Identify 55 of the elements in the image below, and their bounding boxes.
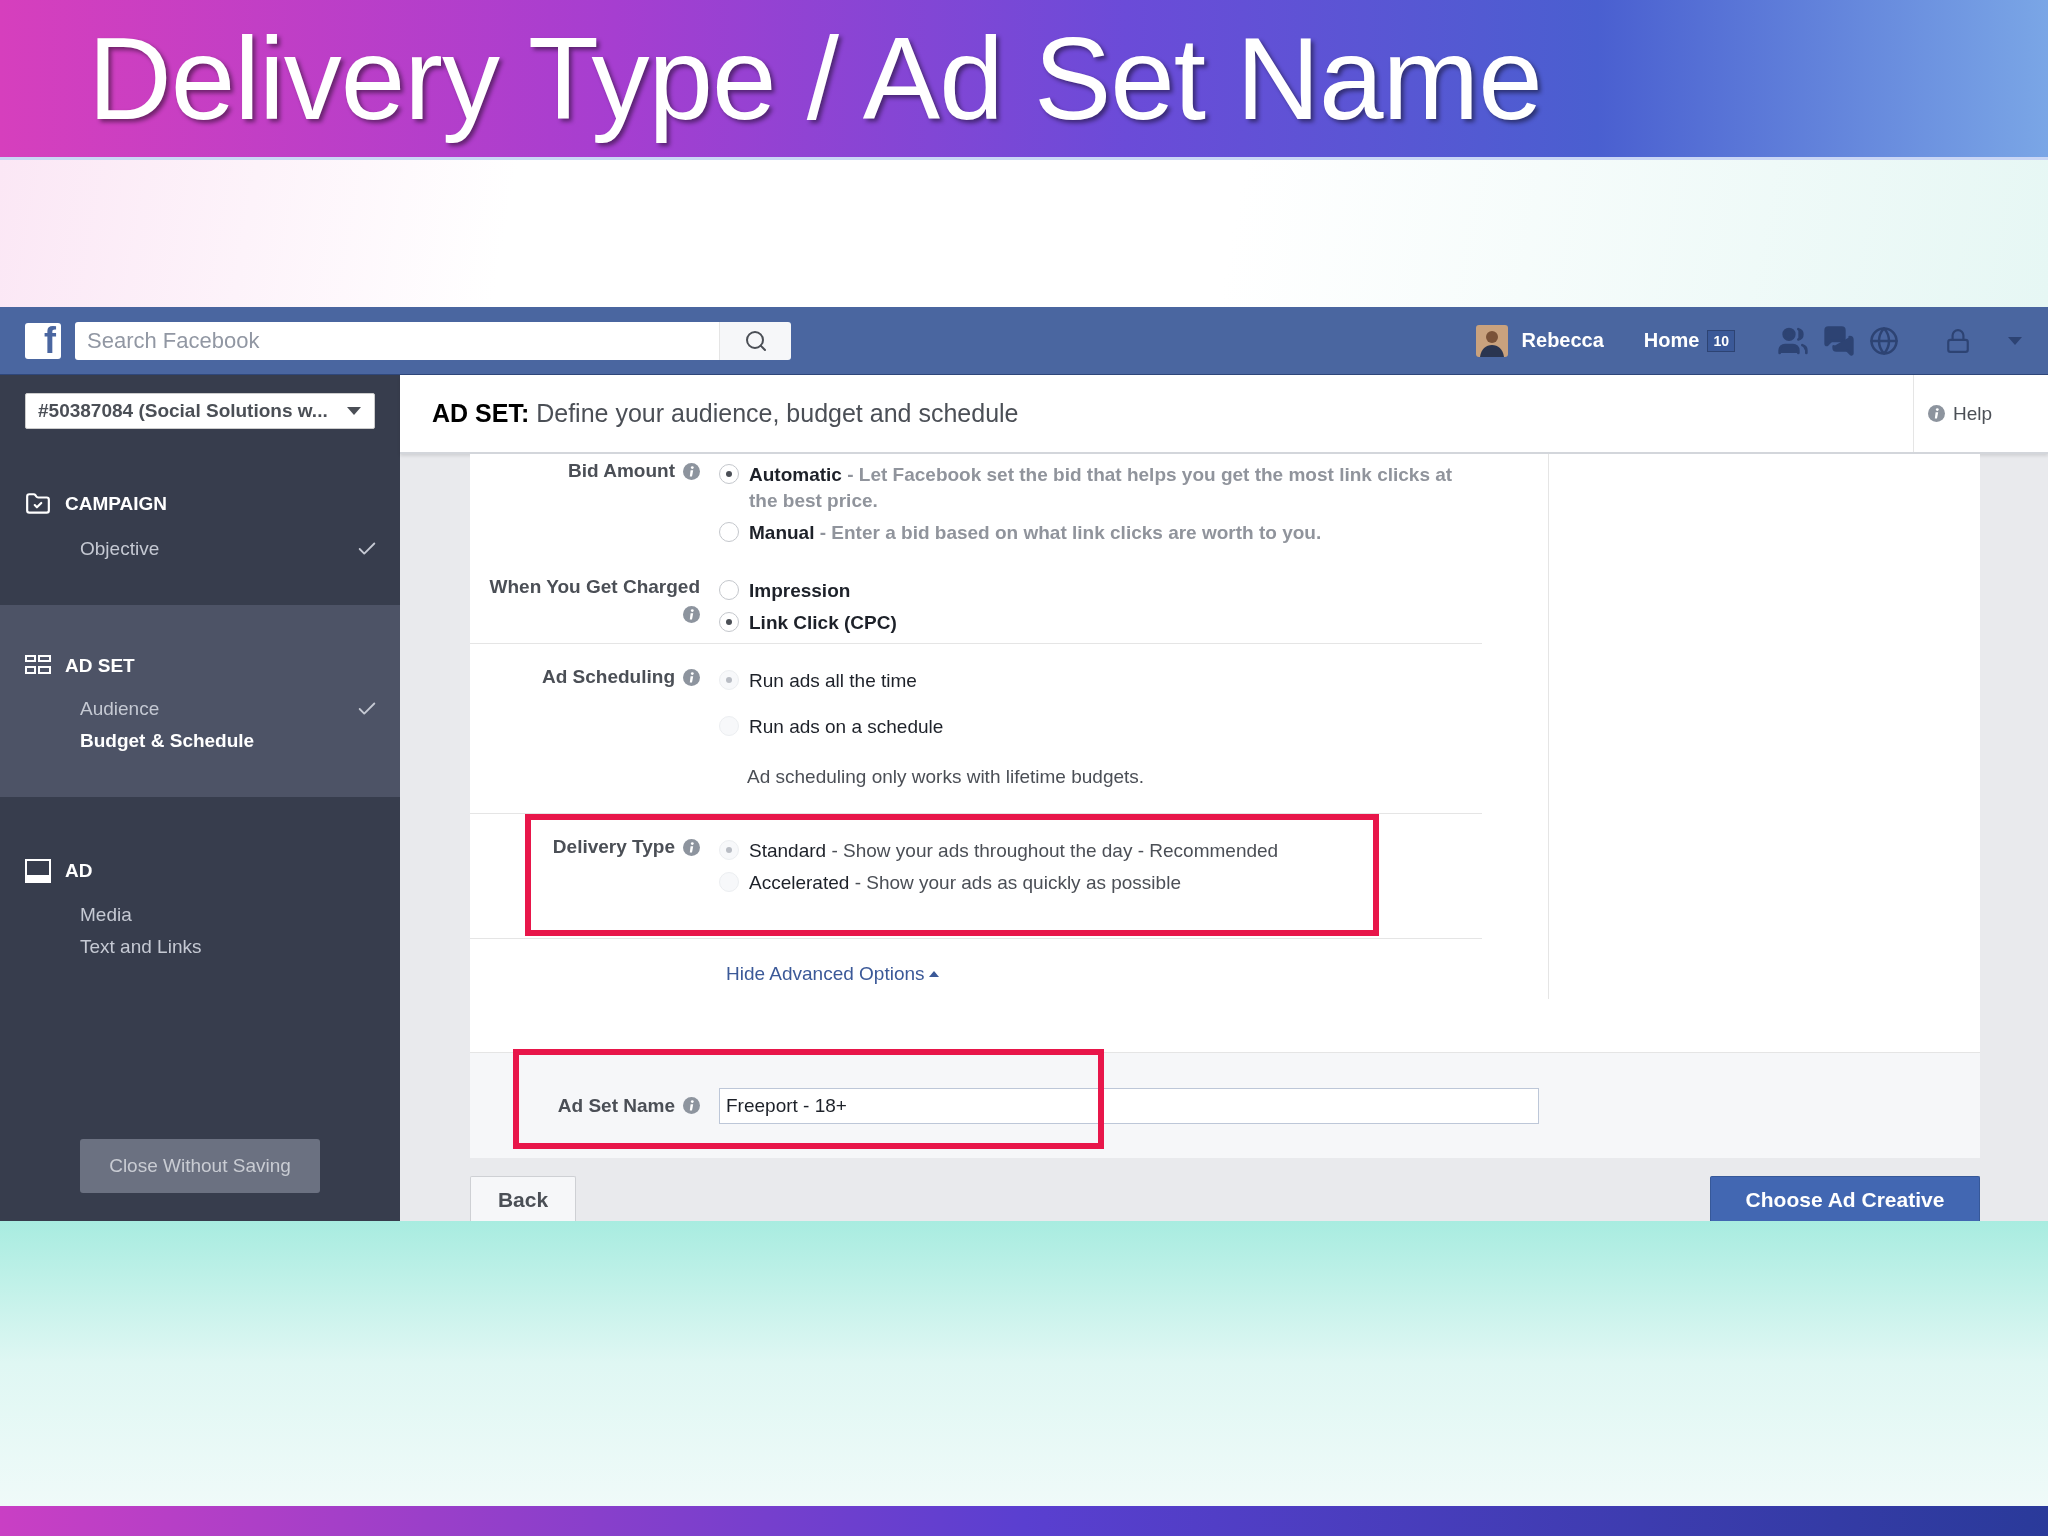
notification-count: 10 (1707, 329, 1735, 352)
page-title: AD SET: Define your audience, budget and schedule (432, 399, 1019, 428)
profile-link[interactable]: Rebecca (1521, 329, 1604, 352)
home-link[interactable]: Home (1643, 329, 1700, 352)
option-label: Automatic - Let Facebook set the bid that helps you get the most link clicks at the best price. (749, 463, 1454, 513)
slide-title: Delivery Type / Ad Set Name (88, 12, 1542, 146)
sidebar-item[interactable]: Audience (80, 697, 378, 721)
option-label: Standard - Show your ads throughout the day - Recommended (749, 839, 1279, 863)
section-title: AD SET (65, 655, 135, 677)
info-icon[interactable] (683, 838, 700, 856)
logo[interactable]: f (25, 322, 61, 359)
field-label: Delivery Type (552, 836, 675, 858)
help-text: Ad scheduling only works with lifetime budgets. (747, 766, 1145, 788)
sidebar-item[interactable]: Objective (80, 537, 378, 561)
option-label: Link Click (CPC) (749, 611, 897, 635)
info-icon[interactable] (683, 462, 700, 480)
screen-icon (25, 859, 51, 883)
radio-button[interactable] (719, 464, 739, 484)
help-link[interactable]: Help (1912, 375, 2048, 452)
option-label: Manual - Enter a bid based on what link clicks are worth to you. (749, 521, 1322, 545)
sidebar-item[interactable]: Media (80, 903, 378, 927)
info-icon[interactable] (1927, 405, 1945, 422)
section-title: CAMPAIGN (65, 493, 168, 515)
choose-ad-creative-button[interactable]: Choose Ad Creative (1710, 1176, 1980, 1221)
folder-check-icon (25, 491, 51, 517)
option-label: Run ads all the time (749, 669, 917, 693)
lock-icon[interactable] (1945, 327, 1971, 354)
info-icon[interactable] (683, 606, 700, 623)
caret-icon (346, 406, 362, 416)
field-label: Ad Set Name (557, 1094, 675, 1117)
radio-button[interactable] (719, 522, 739, 542)
name-field[interactable]: Freeport - 18+ (719, 1087, 1539, 1124)
field-label: Ad Scheduling (542, 666, 675, 688)
option-label: Impression (749, 579, 851, 603)
option-label: Accelerated - Show your ads as quickly as possible (749, 871, 1181, 895)
back-button[interactable]: Back (470, 1176, 576, 1221)
search-field[interactable]: Search Facebook (75, 321, 719, 360)
account-dropdown[interactable]: #50387084 (Social Solutions w... (25, 393, 375, 429)
field-label: Bid Amount (568, 460, 675, 482)
info-icon[interactable] (683, 1097, 700, 1114)
sidebar-item[interactable]: Budget & Schedule (80, 729, 378, 753)
globe-icon[interactable] (1869, 325, 1899, 356)
avatar[interactable] (1475, 324, 1508, 357)
section-title: AD (65, 860, 93, 882)
radio-button[interactable] (719, 580, 739, 600)
caret-icon (928, 971, 939, 977)
advanced-options-link[interactable]: Hide Advanced Options (726, 963, 939, 985)
caret-icon (2007, 335, 2023, 346)
field-label: When You Get Charged (489, 576, 700, 598)
search-icon[interactable] (719, 321, 791, 360)
radio-button[interactable] (719, 612, 739, 632)
sidebar-item[interactable]: Text and Links (80, 935, 378, 959)
option-label: Run ads on a schedule (749, 715, 944, 739)
messages-icon[interactable] (1823, 324, 1855, 357)
grid-icon (25, 655, 51, 677)
